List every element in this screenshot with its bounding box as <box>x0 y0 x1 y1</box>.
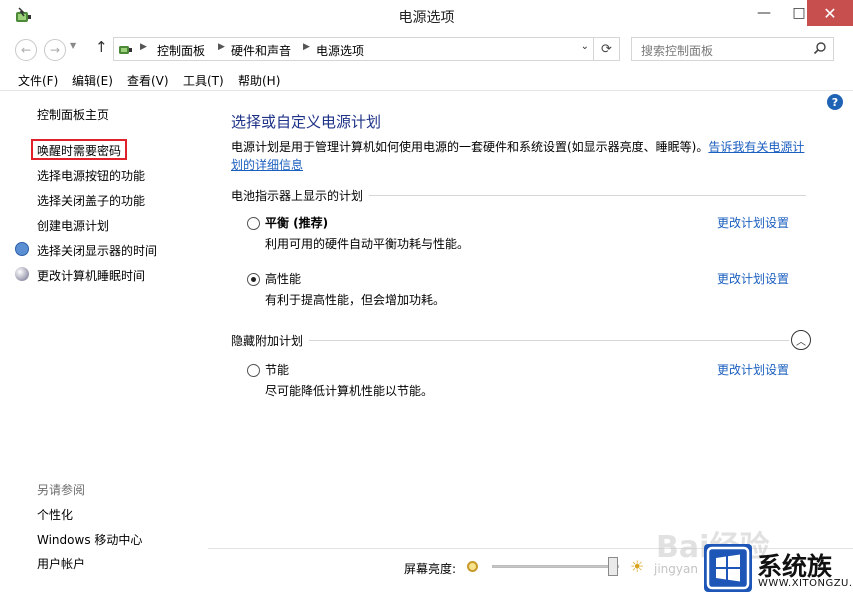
forward-button[interactable]: → <box>44 39 66 61</box>
menu-file[interactable]: 文件(F) <box>18 72 58 89</box>
radio-high-performance[interactable] <box>247 273 260 286</box>
change-plan-high-performance-link[interactable]: 更改计划设置 <box>717 270 789 287</box>
up-button[interactable]: ↑ <box>95 38 108 56</box>
search-placeholder: 搜索控制面板 <box>641 44 714 58</box>
chevron-right-icon: ▶ <box>218 42 225 52</box>
plan-name-high-performance[interactable]: 高性能 <box>265 270 301 287</box>
description: 电源计划是用于管理计算机如何使用电源的一套硬件和系统设置(如显示器亮度、睡眠等)… <box>231 138 811 174</box>
navigation-bar: ← → ▼ ↑ ▶ 控制面板 ▶ 硬件和声音 ▶ 电源选项 ⌄ ⟳ 搜索控制面板 <box>0 33 853 65</box>
title-bar: 电源选项 — □ ✕ <box>0 0 853 33</box>
brightness-low-icon <box>467 561 478 572</box>
sidebar-link-power-buttons[interactable]: 选择电源按钮的功能 <box>37 167 145 184</box>
hidden-plans-heading: 隐藏附加计划 <box>231 332 310 349</box>
change-plan-balanced-link[interactable]: 更改计划设置 <box>717 214 789 231</box>
help-icon[interactable]: ? <box>827 94 843 110</box>
chevron-right-icon: ▶ <box>303 42 310 52</box>
brightness-high-icon: ☀ <box>630 557 645 576</box>
menu-tools[interactable]: 工具(T) <box>183 72 224 89</box>
back-button[interactable]: ← <box>15 39 37 61</box>
menu-edit[interactable]: 编辑(E) <box>72 72 113 89</box>
see-also-personalization[interactable]: 个性化 <box>37 506 73 523</box>
sidebar-link-wake-password[interactable]: 唤醒时需要密码 <box>37 142 121 159</box>
sidebar-link-sleep-time[interactable]: 更改计算机睡眠时间 <box>37 267 145 284</box>
windows-logo-icon <box>704 544 752 592</box>
plan-desc-high-performance: 有利于提高性能，但会增加功耗。 <box>265 293 446 307</box>
description-text: 电源计划是用于管理计算机如何使用电源的一套硬件和系统设置(如显示器亮度、睡眠等)… <box>231 140 709 154</box>
page-title: 选择或自定义电源计划 <box>231 113 382 131</box>
window-title: 电源选项 <box>398 10 455 26</box>
breadcrumb-hardware-sound[interactable]: 硬件和声音 <box>231 42 291 59</box>
close-button[interactable]: ✕ <box>807 0 853 26</box>
sidebar-link-lid-close[interactable]: 选择关闭盖子的功能 <box>37 192 145 209</box>
see-also-user-accounts[interactable]: 用户帐户 <box>37 555 85 572</box>
brightness-label: 屏幕亮度: <box>404 562 457 576</box>
plan-name-balanced[interactable]: 平衡 (推荐) <box>265 214 328 231</box>
refresh-button[interactable]: ⟳ <box>594 37 620 61</box>
site-url: WWW.XITONGZU.COM <box>758 578 853 589</box>
chevron-up-icon[interactable]: ︿ <box>791 330 811 350</box>
plan-name-power-saver[interactable]: 节能 <box>265 361 289 378</box>
recent-locations-icon[interactable]: ▼ <box>70 41 76 50</box>
search-icon[interactable] <box>813 41 827 55</box>
jingyan-watermark: jingyan <box>654 562 698 576</box>
sidebar-link-display-off[interactable]: 选择关闭显示器的时间 <box>37 242 157 259</box>
windows-logo-icon <box>706 546 750 590</box>
search-input[interactable]: 搜索控制面板 <box>631 37 834 61</box>
sleep-moon-icon <box>15 267 29 281</box>
see-also-heading: 另请参阅 <box>37 483 86 497</box>
control-panel-icon <box>119 46 132 54</box>
sidebar-link-create-plan[interactable]: 创建电源计划 <box>37 217 109 234</box>
see-also-mobility-center[interactable]: Windows 移动中心 <box>37 531 142 548</box>
section-divider <box>231 340 789 341</box>
plan-desc-power-saver: 尽可能降低计算机性能以节能。 <box>265 384 434 398</box>
chevron-right-icon: ▶ <box>140 42 147 52</box>
sidebar-link-control-panel-home[interactable]: 控制面板主页 <box>37 106 109 123</box>
radio-balanced[interactable] <box>247 217 260 230</box>
brightness-slider-thumb[interactable] <box>607 557 618 576</box>
brightness-slider[interactable] <box>492 565 619 568</box>
plan-desc-balanced: 利用可用的硬件自动平衡功耗与性能。 <box>265 237 470 251</box>
change-plan-power-saver-link[interactable]: 更改计划设置 <box>717 361 789 378</box>
breadcrumb-control-panel[interactable]: 控制面板 <box>157 42 205 59</box>
address-bar[interactable]: ▶ 控制面板 ▶ 硬件和声音 ▶ 电源选项 ⌄ <box>113 37 594 61</box>
menu-view[interactable]: 查看(V) <box>127 72 169 89</box>
chevron-down-icon[interactable]: ⌄ <box>581 41 589 52</box>
battery-section-heading: 电池指示器上显示的计划 <box>231 187 370 204</box>
menu-help[interactable]: 帮助(H) <box>238 72 280 89</box>
menu-bar: 文件(F) 编辑(E) 查看(V) 工具(T) 帮助(H) <box>0 67 853 91</box>
breadcrumb-power-options[interactable]: 电源选项 <box>316 42 364 59</box>
display-icon <box>15 242 29 256</box>
radio-power-saver[interactable] <box>247 364 260 377</box>
